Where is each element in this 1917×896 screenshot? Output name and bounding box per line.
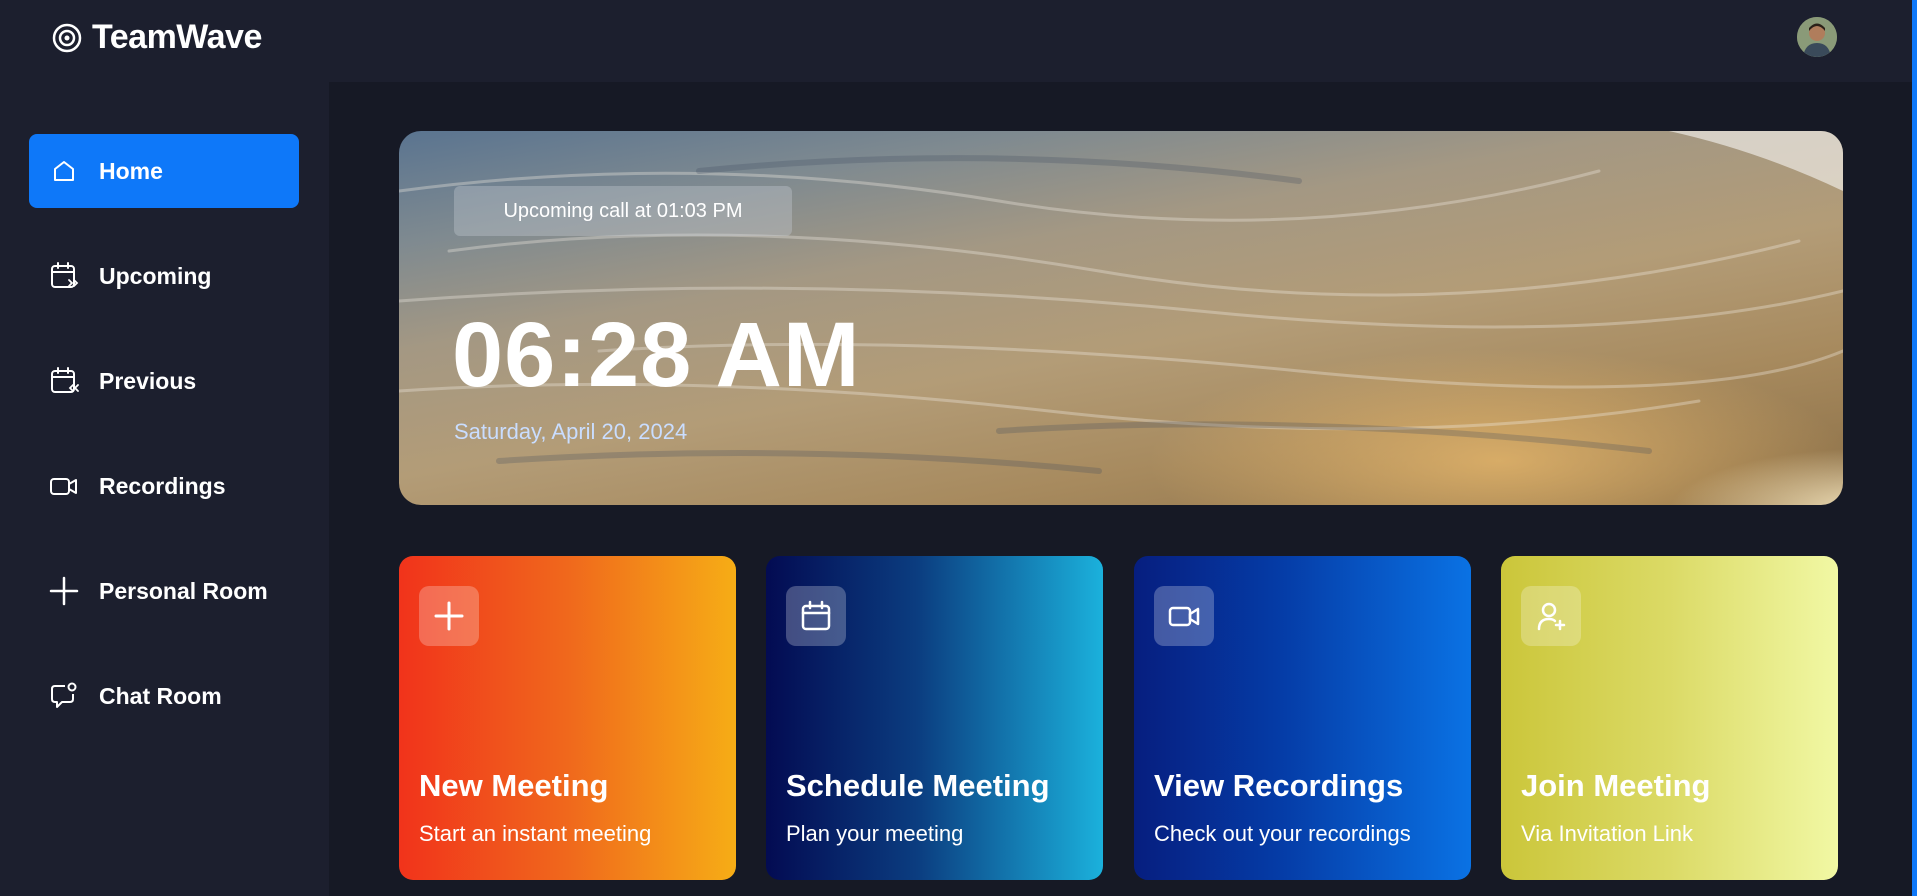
sidebar-item-label: Chat Room: [99, 682, 222, 709]
home-icon: [49, 156, 79, 186]
sidebar-item-personal-room[interactable]: Personal Room: [29, 554, 299, 628]
view-recordings-card[interactable]: View Recordings Check out your recording…: [1134, 556, 1471, 880]
calendar-upcoming-icon: [49, 261, 79, 291]
sidebar-item-recordings[interactable]: Recordings: [29, 449, 299, 523]
upcoming-call-badge: Upcoming call at 01:03 PM: [454, 186, 792, 236]
brand[interactable]: TeamWave: [52, 18, 262, 57]
sidebar-item-label: Upcoming: [99, 262, 212, 289]
video-icon: [1154, 586, 1214, 646]
sidebar-item-label: Recordings: [99, 472, 226, 499]
top-bar: TeamWave: [0, 0, 1917, 82]
card-title: Schedule Meeting: [786, 768, 1050, 803]
calendar-previous-icon: [49, 366, 79, 396]
new-meeting-card[interactable]: New Meeting Start an instant meeting: [399, 556, 736, 880]
plus-icon: [49, 576, 79, 606]
sidebar-item-label: Previous: [99, 367, 197, 394]
plus-icon: [419, 586, 479, 646]
join-meeting-card[interactable]: Join Meeting Via Invitation Link: [1501, 556, 1838, 880]
calendar-icon: [786, 586, 846, 646]
scroll-accent: [1912, 0, 1917, 896]
sidebar-item-label: Personal Room: [99, 577, 268, 604]
sidebar-item-previous[interactable]: Previous: [29, 344, 299, 418]
chat-icon: [49, 681, 79, 711]
sidebar-item-home[interactable]: Home: [29, 134, 299, 208]
card-subtitle: Start an instant meeting: [419, 821, 652, 846]
card-title: New Meeting: [419, 768, 609, 803]
app-name: TeamWave: [92, 18, 262, 56]
card-subtitle: Plan your meeting: [786, 821, 964, 846]
user-plus-icon: [1521, 586, 1581, 646]
card-title: Join Meeting: [1521, 768, 1711, 803]
schedule-meeting-card[interactable]: Schedule Meeting Plan your meeting: [766, 556, 1103, 880]
card-subtitle: Check out your recordings: [1154, 821, 1411, 846]
card-subtitle: Via Invitation Link: [1521, 821, 1694, 846]
hero-banner: Upcoming call at 01:03 PM 06:28 AM Satur…: [399, 131, 1843, 505]
sidebar-item-upcoming[interactable]: Upcoming: [29, 239, 299, 313]
current-time: 06:28 AM: [452, 304, 861, 406]
sidebar-item-chat-room[interactable]: Chat Room: [29, 659, 299, 733]
avatar[interactable]: [1797, 17, 1837, 57]
sidebar-item-label: Home: [99, 157, 163, 184]
video-icon: [49, 471, 79, 501]
card-title: View Recordings: [1154, 768, 1404, 803]
sidebar: Home Upcoming Previous Recordings Person…: [0, 82, 329, 896]
current-date: Saturday, April 20, 2024: [454, 419, 688, 444]
logo-icon: [52, 23, 82, 52]
